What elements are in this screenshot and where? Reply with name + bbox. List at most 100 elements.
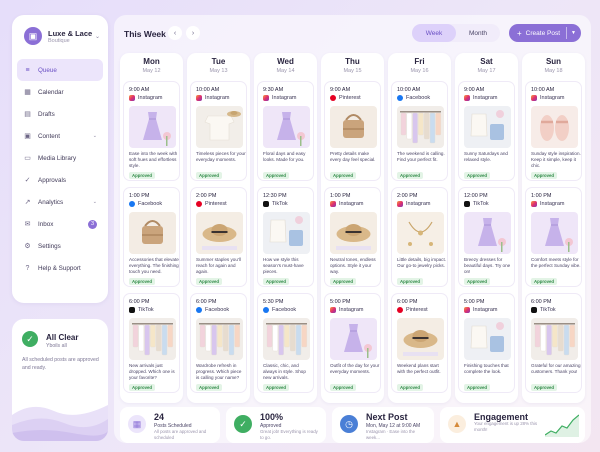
check-icon: ✓ — [234, 415, 252, 433]
post-card[interactable]: 10:00 AM Facebook The weekend is calling… — [391, 81, 448, 181]
day-column-sat: Sat May 17 9:00 AM Instagram Sunny Satur… — [455, 53, 518, 403]
post-time: 9:00 AM — [330, 87, 351, 93]
platform-label: Instagram — [205, 95, 230, 101]
post-card[interactable]: 10:00 AM Instagram Sunday style inspirat… — [525, 81, 582, 181]
post-card[interactable]: 6:00 PM TikTok Grateful for our amazing … — [525, 293, 582, 393]
post-caption: The weekend is calling. Find your perfec… — [397, 151, 445, 162]
platform-label: Instagram — [473, 307, 498, 313]
platform-label: Facebook — [272, 307, 297, 313]
status-badge: Approved — [263, 384, 290, 391]
sidebar-item-settings[interactable]: ⚙ Settings — [17, 235, 103, 257]
day-name: Mon — [143, 57, 160, 66]
post-caption: Breezy dresses for beautiful days. Try o… — [464, 257, 511, 274]
platform-label: Instagram — [473, 95, 498, 101]
all-clear-title: All Clear — [46, 333, 79, 342]
inbox-icon: ✉ — [24, 221, 31, 228]
post-card[interactable]: 2:00 PM Instagram Little details, big im… — [391, 187, 448, 287]
post-card[interactable]: 9:30 AM Instagram Floral days and easy l… — [257, 81, 314, 181]
tiktok-icon — [263, 201, 269, 207]
post-platform: Instagram — [330, 201, 363, 207]
chevron-down-icon[interactable]: ▼ — [571, 30, 576, 36]
post-caption: Little details, big impact. Our go-to je… — [397, 257, 447, 268]
trend-icon: ▲ — [448, 415, 466, 433]
all-clear-subtitle: Yboils all — [46, 343, 67, 349]
day-name: Tue — [211, 57, 226, 66]
post-time: 12:30 PM — [263, 193, 287, 199]
post-caption: Outfit of the day for your everyday mome… — [330, 363, 380, 374]
platform-label: Facebook — [205, 307, 230, 313]
post-card[interactable]: 9:00 AM Pinterest Pretty details make ev… — [324, 81, 381, 181]
clock-icon: ◷ — [340, 415, 358, 433]
post-card[interactable]: 12:00 PM TikTok Breezy dresses for beaut… — [458, 187, 515, 287]
view-week-button[interactable]: Week — [412, 24, 456, 42]
status-badge: Approved — [196, 172, 223, 179]
sidebar-item-queue[interactable]: ≡ Queue — [17, 59, 103, 81]
sidebar-item-analytics[interactable]: ↗ Analytics ⌄ — [17, 191, 103, 213]
chevron-right-icon: › — [191, 29, 195, 37]
stat-description: All posts are approved and scheduled — [154, 429, 207, 440]
queue-icon: ≡ — [25, 66, 30, 74]
post-time: 6:00 PM — [129, 299, 150, 305]
sidebar-item-inbox[interactable]: ✉ Inbox 3 — [17, 213, 103, 235]
post-time: 6:00 PM — [397, 299, 418, 305]
instagram-icon — [129, 95, 135, 101]
post-time: 10:00 AM — [196, 87, 220, 93]
instagram-icon — [263, 95, 269, 101]
day-column-fri: Fri May 16 10:00 AM Facebook The weekend… — [388, 53, 451, 403]
post-platform: Facebook — [263, 307, 296, 313]
post-time: 6:00 PM — [531, 299, 552, 305]
sidebar-item-content[interactable]: ▣ Content ⌄ — [17, 125, 103, 147]
post-card[interactable]: 1:00 PM Instagram Comfort meets style fo… — [525, 187, 582, 287]
post-card[interactable]: 12:30 PM TikTok How we style this season… — [257, 187, 314, 287]
post-card[interactable]: 5:30 PM Facebook Classic, chic, and alwa… — [257, 293, 314, 393]
post-image — [464, 212, 511, 254]
pinterest-icon — [330, 95, 336, 101]
post-card[interactable]: 9:00 AM Instagram Ease into the week wit… — [123, 81, 180, 181]
post-card[interactable]: 6:00 PM Facebook Wardrobe refresh in pro… — [190, 293, 247, 393]
status-badge: Approved — [263, 278, 290, 285]
status-badge: Approved — [531, 384, 558, 391]
post-caption: Classic, chic, and always in style. Shop… — [263, 363, 306, 380]
sidebar-item-approvals[interactable]: ✓ Approvals — [17, 169, 103, 191]
post-platform: Instagram — [330, 307, 363, 313]
settings-icon: ⚙ — [24, 243, 31, 250]
platform-label: Instagram — [540, 95, 565, 101]
post-card[interactable]: 2:00 PM Pinterest Summer staples you'll … — [190, 187, 247, 287]
sidebar-item-drafts[interactable]: ▤ Drafts — [17, 103, 103, 125]
post-image — [531, 318, 578, 360]
status-badge: Approved — [464, 172, 491, 179]
sidebar-item-calendar[interactable]: ▦ Calendar — [17, 81, 103, 103]
platform-label: TikTok — [540, 307, 556, 313]
post-platform: Instagram — [397, 201, 430, 207]
prev-week-button[interactable]: ‹ — [168, 26, 182, 40]
day-name: Sat — [480, 57, 493, 66]
brand-switcher[interactable]: ▣ Luxe & Lace Boutique ⌄ — [12, 15, 108, 55]
app-window: ▣ Luxe & Lace Boutique ⌄ ≡ Queue ▦ Calend… — [6, 9, 594, 446]
post-card[interactable]: 1:00 PM Instagram Neutral tones, endless… — [324, 187, 381, 287]
post-caption: Wardrobe refresh in progress. Which piec… — [196, 363, 242, 380]
post-card[interactable]: 6:00 PM TikTok New arrivals just dropped… — [123, 293, 180, 393]
status-badge: Approved — [263, 172, 290, 179]
post-card[interactable]: 5:00 PM Instagram Finishing touches that… — [458, 293, 515, 393]
post-caption: Sunny Saturdays and relaxed style. — [464, 151, 508, 162]
post-card[interactable]: 1:00 PM Facebook Accessories that elevat… — [123, 187, 180, 287]
brand-name: Luxe & Lace — [48, 28, 93, 38]
post-card[interactable]: 5:00 PM Instagram Outfit of the day for … — [324, 293, 381, 393]
day-name: Thu — [345, 57, 360, 66]
next-week-button[interactable]: › — [186, 26, 200, 40]
stat-value: 100% — [260, 412, 284, 422]
platform-label: Pinterest — [406, 307, 428, 313]
post-image — [330, 106, 377, 148]
post-time: 2:00 PM — [397, 193, 418, 199]
instagram-icon — [531, 95, 537, 101]
sidebar-item-help-support[interactable]: ? Help & Support — [17, 257, 103, 279]
sidebar-item-label: Analytics — [38, 198, 64, 206]
post-card[interactable]: 10:00 AM Instagram Timeless pieces for y… — [190, 81, 247, 181]
create-post-button[interactable]: + Create Post ▼ — [509, 24, 581, 42]
sidebar-item-media-library[interactable]: ▭ Media Library — [17, 147, 103, 169]
post-card[interactable]: 9:00 AM Instagram Sunny Saturdays and re… — [458, 81, 515, 181]
instagram-icon — [464, 307, 470, 313]
post-card[interactable]: 6:00 PM Pinterest Weekend plans start wi… — [391, 293, 448, 393]
view-month-button[interactable]: Month — [456, 24, 500, 42]
post-caption: Summer staples you'll reach for again an… — [196, 257, 241, 274]
